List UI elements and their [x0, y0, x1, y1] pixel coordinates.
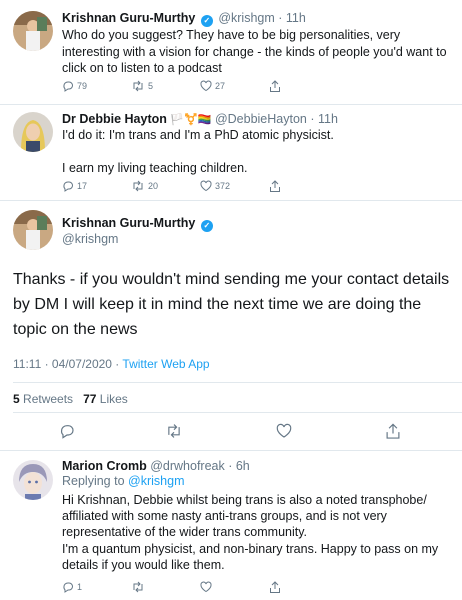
- avatar[interactable]: [13, 210, 53, 250]
- replying-to-handle[interactable]: @krishgm: [128, 474, 184, 488]
- tweet-meta: 11:11 · 04/07/2020 · Twitter Web App: [13, 357, 210, 371]
- author-handle[interactable]: @krishgm: [62, 232, 118, 246]
- divider: [13, 382, 462, 383]
- focused-tweet-actions: [0, 423, 462, 443]
- retweets-stat[interactable]: 5 Retweets: [13, 392, 73, 406]
- share-button[interactable]: [385, 423, 401, 445]
- reply-count: 1: [77, 582, 83, 592]
- tweet-timestamp: 11:11 · 04/07/2020 ·: [13, 357, 123, 371]
- focused-tweet: Krishnan Guru-Murthy ✓ @krishgm Thanks -…: [0, 0, 462, 450]
- retweet-icon: [133, 581, 143, 593]
- share-icon: [270, 581, 280, 593]
- retweet-button[interactable]: [165, 423, 183, 444]
- like-button[interactable]: [200, 581, 212, 593]
- likes-stat[interactable]: 77 Likes: [83, 392, 128, 406]
- retweet-icon: [168, 424, 180, 438]
- verified-icon: ✓: [200, 220, 213, 232]
- retweets-label: Retweets: [23, 392, 74, 406]
- tweet-stats: 5 Retweets 77 Likes: [13, 392, 128, 406]
- replying-to-label: Replying to: [62, 474, 125, 488]
- likes-count: 77: [83, 392, 97, 406]
- author-name[interactable]: Krishnan Guru-Murthy ✓: [62, 216, 215, 232]
- replying-to: Replying to @krishgm: [62, 474, 184, 488]
- likes-label: Likes: [99, 392, 128, 406]
- divider: [13, 412, 462, 413]
- reply-icon: [60, 425, 74, 439]
- like-button[interactable]: [276, 423, 292, 444]
- reply-button[interactable]: 1: [62, 581, 82, 593]
- retweets-count: 5: [13, 392, 20, 406]
- reply-text-line-5: details if you would like them.: [62, 558, 225, 572]
- retweet-button[interactable]: [131, 581, 145, 593]
- share-icon: [386, 423, 400, 439]
- tweet-header: Marion Cromb @drwhofreak · 6h: [62, 458, 250, 474]
- tweet-text: Thanks - if you wouldn't mind sending me…: [13, 271, 450, 338]
- reply-text-line-4: I'm a quantum physicist, and non-binary …: [62, 542, 439, 556]
- avatar[interactable]: [13, 460, 53, 500]
- heart-icon: [276, 423, 292, 438]
- reply-button[interactable]: [59, 423, 75, 444]
- reply-text-line-2: affiliated with some nasty anti-trans gr…: [62, 509, 387, 523]
- heart-icon: [200, 581, 212, 593]
- reply-icon: [63, 582, 73, 593]
- author-name[interactable]: Marion Cromb: [62, 459, 147, 473]
- reply-text-line-1: Hi Krishnan, Debbie whilst being trans i…: [62, 493, 427, 507]
- tweet-source-link[interactable]: Twitter Web App: [122, 357, 209, 371]
- share-button[interactable]: [269, 581, 281, 594]
- reply-text-line-3: representative of the wider trans commun…: [62, 525, 308, 539]
- author-name-text: Krishnan Guru-Murthy: [62, 216, 196, 230]
- author-handle[interactable]: @drwhofreak · 6h: [150, 459, 250, 473]
